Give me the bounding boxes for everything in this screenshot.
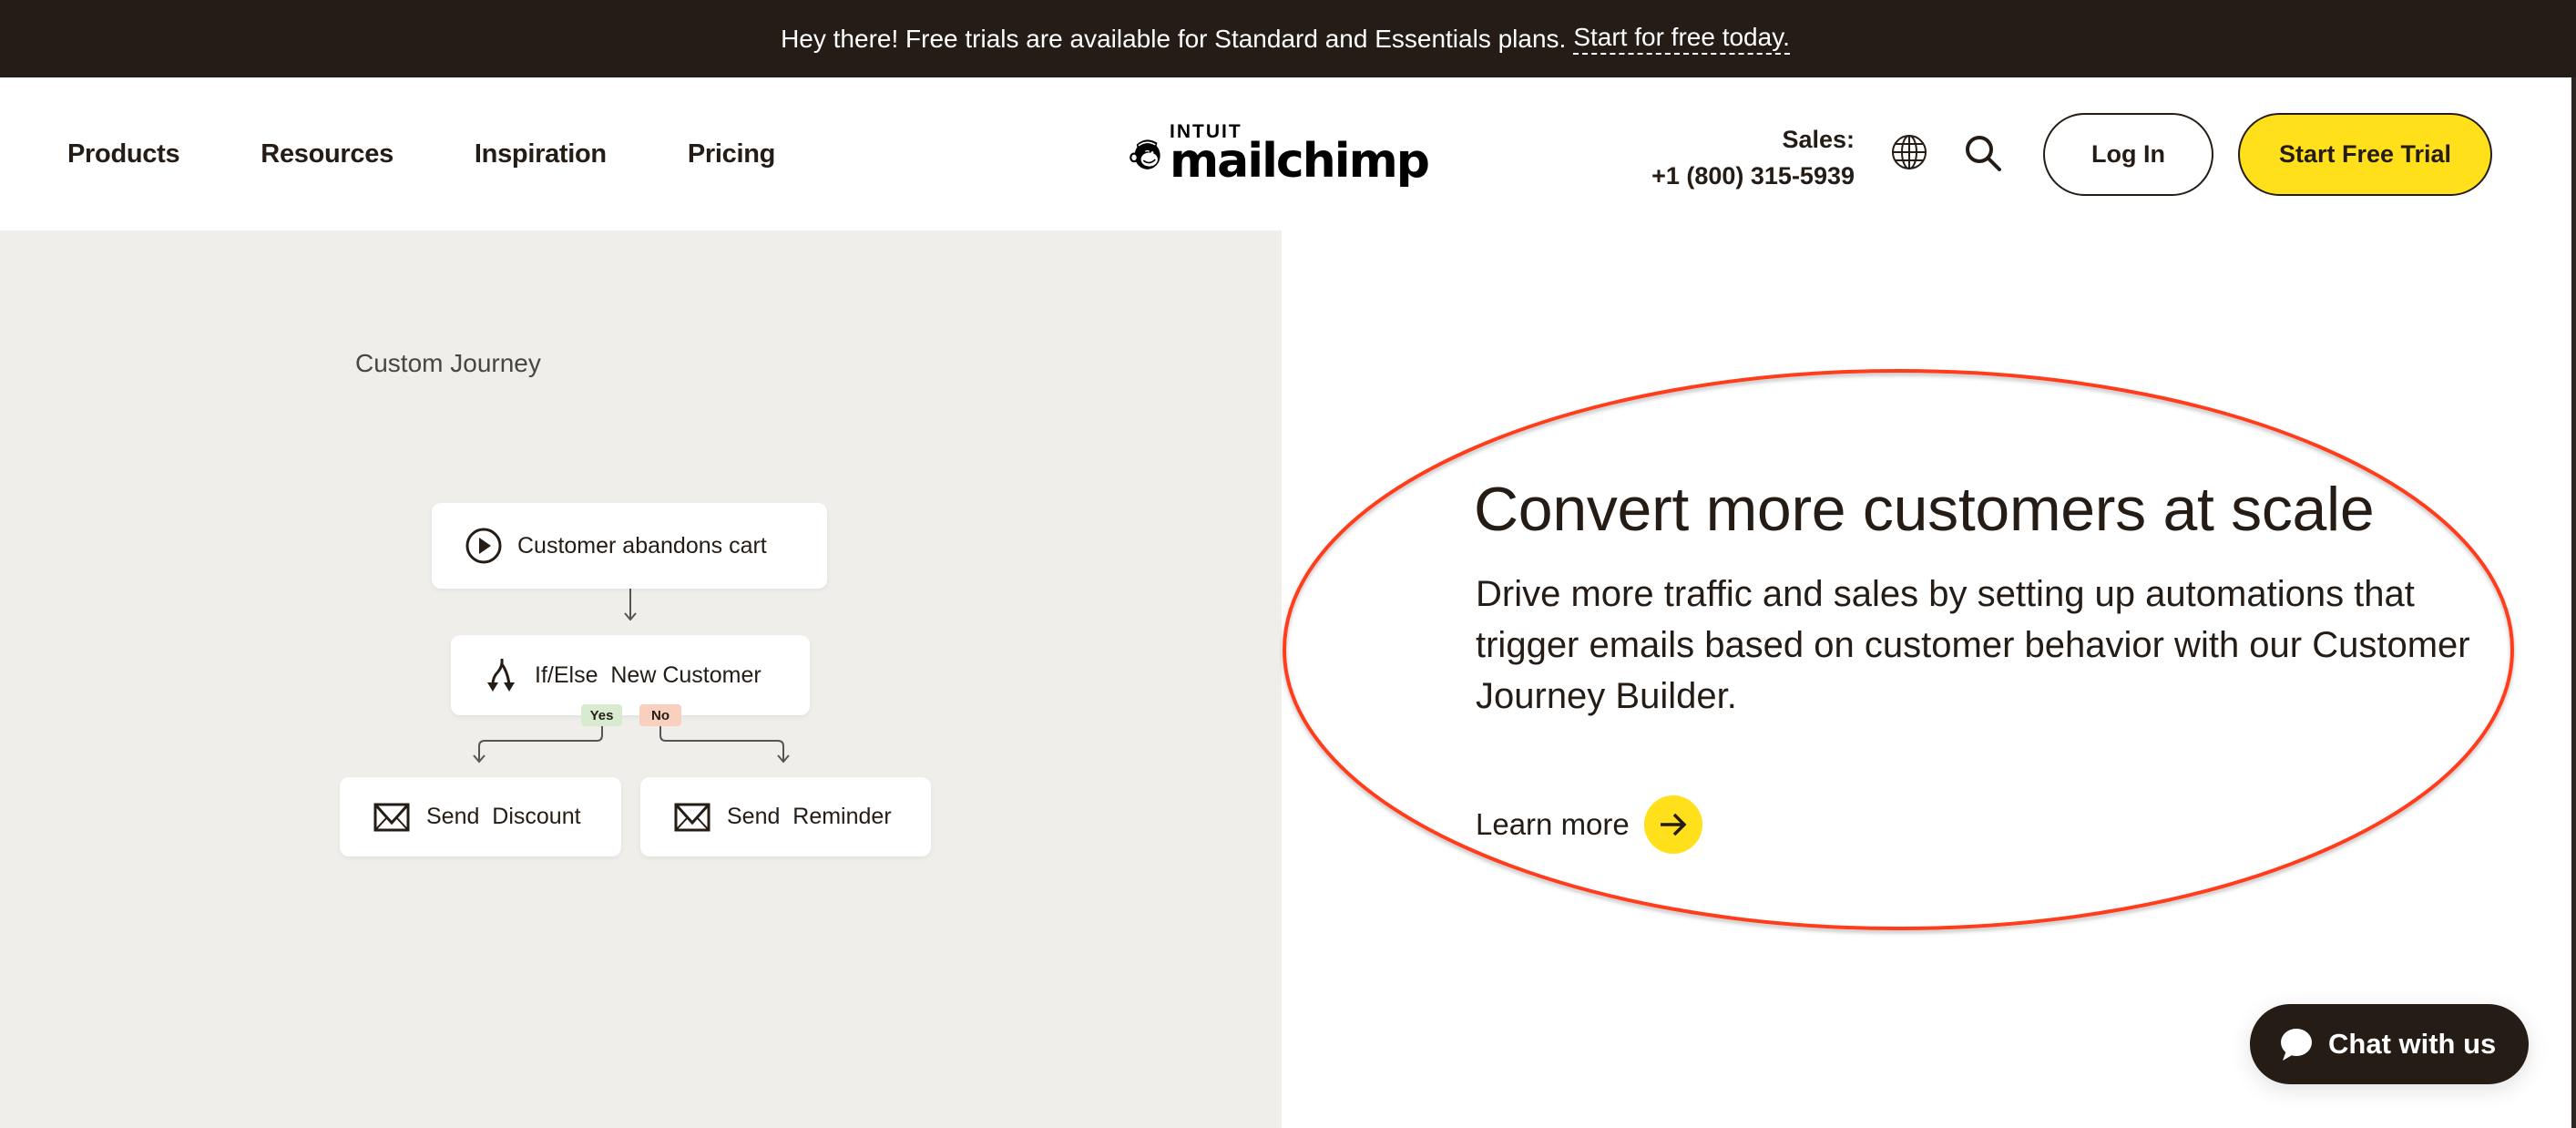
feature-headline: Convert more customers at scale — [1474, 475, 2375, 544]
envelope-icon — [373, 803, 410, 831]
journey-step-label: Customer abandons cart — [517, 532, 767, 559]
journey-step-send-reminder: Send Reminder — [640, 777, 931, 856]
nav-item-products[interactable]: Products — [67, 139, 180, 169]
journey-illustration: Custom Journey Customer abandons cart If… — [0, 231, 1282, 1128]
nav-item-pricing[interactable]: Pricing — [688, 139, 776, 169]
chat-with-us-button[interactable]: Chat with us — [2250, 1004, 2529, 1084]
start-free-trial-button[interactable]: Start Free Trial — [2238, 113, 2492, 196]
split-arrows-icon — [487, 658, 515, 692]
nav-links: Products Resources Inspiration Pricing — [67, 77, 775, 231]
journey-step-trigger: Customer abandons cart — [432, 503, 827, 589]
nav-item-inspiration[interactable]: Inspiration — [475, 139, 607, 169]
sales-contact: Sales: +1 (800) 315-5939 — [1651, 121, 1855, 194]
freddie-monkey-logo-icon — [1130, 139, 1160, 169]
arrow-right-icon[interactable] — [1643, 795, 1702, 854]
logo-brand: mailchimp — [1170, 133, 1430, 189]
learn-more-label: Learn more — [1476, 807, 1630, 841]
connector-no-branch — [659, 726, 784, 761]
chat-label: Chat with us — [2328, 1028, 2497, 1060]
journey-step-label: Send Reminder — [727, 804, 892, 829]
connector-arrowhead — [624, 612, 637, 621]
start-free-link[interactable]: Start for free today. — [1573, 23, 1790, 55]
nav-item-resources[interactable]: Resources — [261, 139, 394, 169]
logo-wordmark: INTUIT mailchimp — [1170, 122, 1430, 189]
journey-step-send-discount: Send Discount — [340, 777, 621, 856]
connector-yes-branch — [478, 726, 603, 761]
mailchimp-logo[interactable]: INTUIT mailchimp — [1128, 117, 1430, 190]
feature-description: Drive more traffic and sales by setting … — [1476, 574, 2470, 716]
journey-step-label: If/Else New Customer — [535, 661, 762, 688]
search-icon[interactable] — [1963, 133, 2003, 173]
globe-icon[interactable] — [1890, 133, 1928, 171]
play-circle-icon — [465, 528, 502, 564]
chat-bubble-icon — [2281, 1029, 2312, 1061]
learn-more-link[interactable]: Learn more — [1476, 795, 1702, 854]
sales-phone[interactable]: +1 (800) 315-5939 — [1651, 158, 1855, 194]
sales-label: Sales: — [1782, 126, 1855, 153]
no-branch-badge: No — [639, 704, 681, 726]
promo-message: Hey there! Free trials are available for… — [781, 24, 1567, 53]
connector-arrowhead — [473, 754, 486, 764]
envelope-icon — [674, 803, 710, 831]
journey-step-ifelse: If/Else New Customer — [451, 635, 810, 715]
journey-title: Custom Journey — [355, 349, 541, 377]
connector-arrowhead — [777, 754, 790, 764]
journey-step-label: Send Discount — [426, 804, 581, 829]
yes-branch-badge: Yes — [581, 704, 622, 726]
login-button[interactable]: Log In — [2043, 113, 2213, 196]
page-scrollbar[interactable] — [2571, 77, 2576, 1128]
promo-banner: Hey there! Free trials are available for… — [0, 0, 2576, 77]
